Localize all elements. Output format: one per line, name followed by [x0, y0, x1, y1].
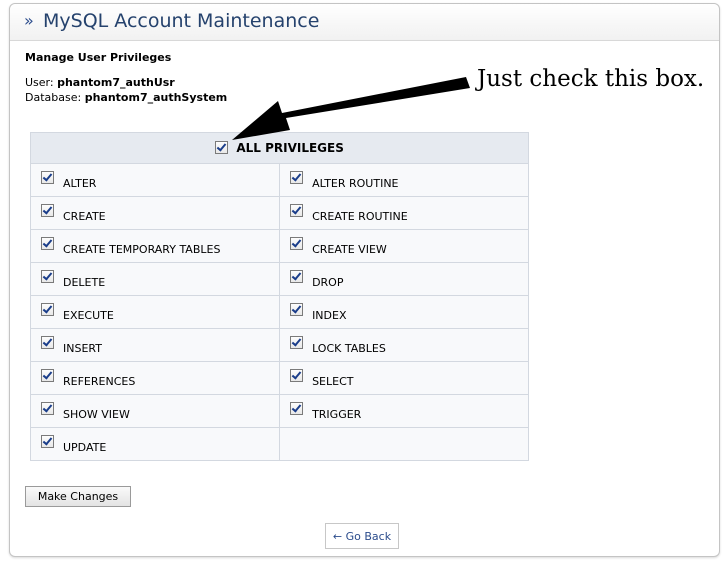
privilege-checkbox[interactable] — [290, 402, 304, 415]
go-back-button[interactable]: ← Go Back — [325, 523, 399, 549]
privilege-row: EXECUTE INDEX — [29, 295, 529, 329]
privilege-cell: CREATE TEMPORARY TABLES — [29, 229, 281, 263]
privilege-row: CREATE TEMPORARY TABLES CREATE VIEW — [29, 229, 529, 263]
privilege-label: DELETE — [63, 275, 106, 289]
privilege-label: ALTER ROUTINE — [312, 176, 399, 190]
privilege-label: TRIGGER — [312, 407, 362, 421]
privilege-row: CREATE CREATE ROUTINE — [29, 196, 529, 230]
privilege-checkbox[interactable] — [41, 270, 54, 283]
privilege-cell: ALTER — [29, 163, 281, 197]
privilege-cell: CREATE ROUTINE — [279, 196, 529, 230]
privilege-label: SELECT — [312, 374, 354, 388]
privilege-label: DROP — [312, 275, 344, 289]
privilege-cell: LOCK TABLES — [279, 328, 529, 362]
privilege-checkbox[interactable] — [41, 171, 54, 184]
privilege-row: ALTER ALTER ROUTINE — [29, 163, 529, 197]
privilege-checkbox[interactable] — [41, 369, 54, 382]
privilege-row: SHOW VIEW TRIGGER — [29, 394, 529, 428]
privilege-label: CREATE — [63, 209, 106, 223]
panel-header: » MySQL Account Maintenance — [10, 4, 719, 41]
make-changes-button[interactable]: Make Changes — [25, 486, 131, 507]
privilege-cell: CREATE VIEW — [279, 229, 529, 263]
callout-annotation: Just check this box. — [477, 66, 705, 92]
privilege-label: CREATE TEMPORARY TABLES — [63, 242, 221, 256]
privilege-label: SHOW VIEW — [63, 407, 130, 421]
privileges-table: ALL PRIVILEGES ALTER ALTER ROUTINE CREATE C… — [29, 132, 529, 461]
privilege-row: INSERT LOCK TABLES — [29, 328, 529, 362]
user-label: User: — [25, 76, 54, 89]
privilege-cell: ALTER ROUTINE — [279, 163, 529, 197]
privilege-cell: UPDATE — [29, 427, 281, 461]
privilege-cell: INSERT — [29, 328, 281, 362]
privilege-row: REFERENCES SELECT — [29, 361, 529, 395]
empty-cell — [279, 427, 529, 461]
privilege-row: UPDATE — [29, 427, 529, 461]
privilege-checkbox[interactable] — [41, 402, 54, 415]
privilege-label: EXECUTE — [63, 308, 114, 322]
privilege-cell: REFERENCES — [29, 361, 281, 395]
privilege-label: REFERENCES — [63, 374, 136, 388]
privilege-checkbox[interactable] — [41, 237, 54, 250]
user-value: phantom7_authUsr — [57, 76, 175, 89]
privilege-checkbox[interactable] — [290, 369, 304, 382]
privilege-label: CREATE VIEW — [312, 242, 387, 256]
privilege-label: CREATE ROUTINE — [312, 209, 408, 223]
privilege-cell: TRIGGER — [279, 394, 529, 428]
privilege-checkbox[interactable] — [41, 336, 54, 349]
privilege-row: DELETE DROP — [29, 262, 529, 296]
page-title: MySQL Account Maintenance — [43, 10, 320, 32]
database-label: Database: — [25, 91, 82, 104]
privilege-checkbox[interactable] — [290, 303, 304, 316]
section-title: Manage User Privileges — [25, 51, 172, 64]
privilege-checkbox[interactable] — [41, 303, 54, 316]
privilege-label: INSERT — [63, 341, 102, 355]
privileges-grid: ALTER ALTER ROUTINE CREATE CREATE ROUTINE CR… — [29, 163, 529, 461]
privilege-label: UPDATE — [63, 440, 107, 454]
raquo-icon: » — [24, 11, 34, 30]
privilege-checkbox[interactable] — [41, 435, 54, 448]
all-privileges-label: ALL PRIVILEGES — [236, 141, 344, 155]
database-line: Database: phantom7_authSystem — [25, 91, 227, 104]
privilege-label: LOCK TABLES — [312, 341, 386, 355]
privilege-checkbox[interactable] — [290, 336, 304, 349]
user-line: User: phantom7_authUsr — [25, 76, 175, 89]
privilege-checkbox[interactable] — [290, 270, 304, 283]
privilege-cell: SHOW VIEW — [29, 394, 281, 428]
privilege-cell: SELECT — [279, 361, 529, 395]
privilege-checkbox[interactable] — [290, 171, 304, 184]
privilege-checkbox[interactable] — [290, 237, 304, 250]
privilege-checkbox[interactable] — [41, 204, 54, 217]
privilege-cell: DROP — [279, 262, 529, 296]
privilege-checkbox[interactable] — [290, 204, 304, 217]
privilege-cell: INDEX — [279, 295, 529, 329]
privilege-cell: EXECUTE — [29, 295, 281, 329]
privilege-label: ALTER — [63, 176, 97, 190]
privilege-label: INDEX — [312, 308, 347, 322]
privilege-cell: CREATE — [29, 196, 281, 230]
all-privileges-row: ALL PRIVILEGES — [30, 132, 529, 164]
all-privileges-checkbox[interactable] — [215, 141, 229, 154]
account-maintenance-panel: » MySQL Account Maintenance Manage User … — [9, 3, 720, 557]
database-value: phantom7_authSystem — [84, 91, 228, 104]
privilege-cell: DELETE — [29, 262, 281, 296]
